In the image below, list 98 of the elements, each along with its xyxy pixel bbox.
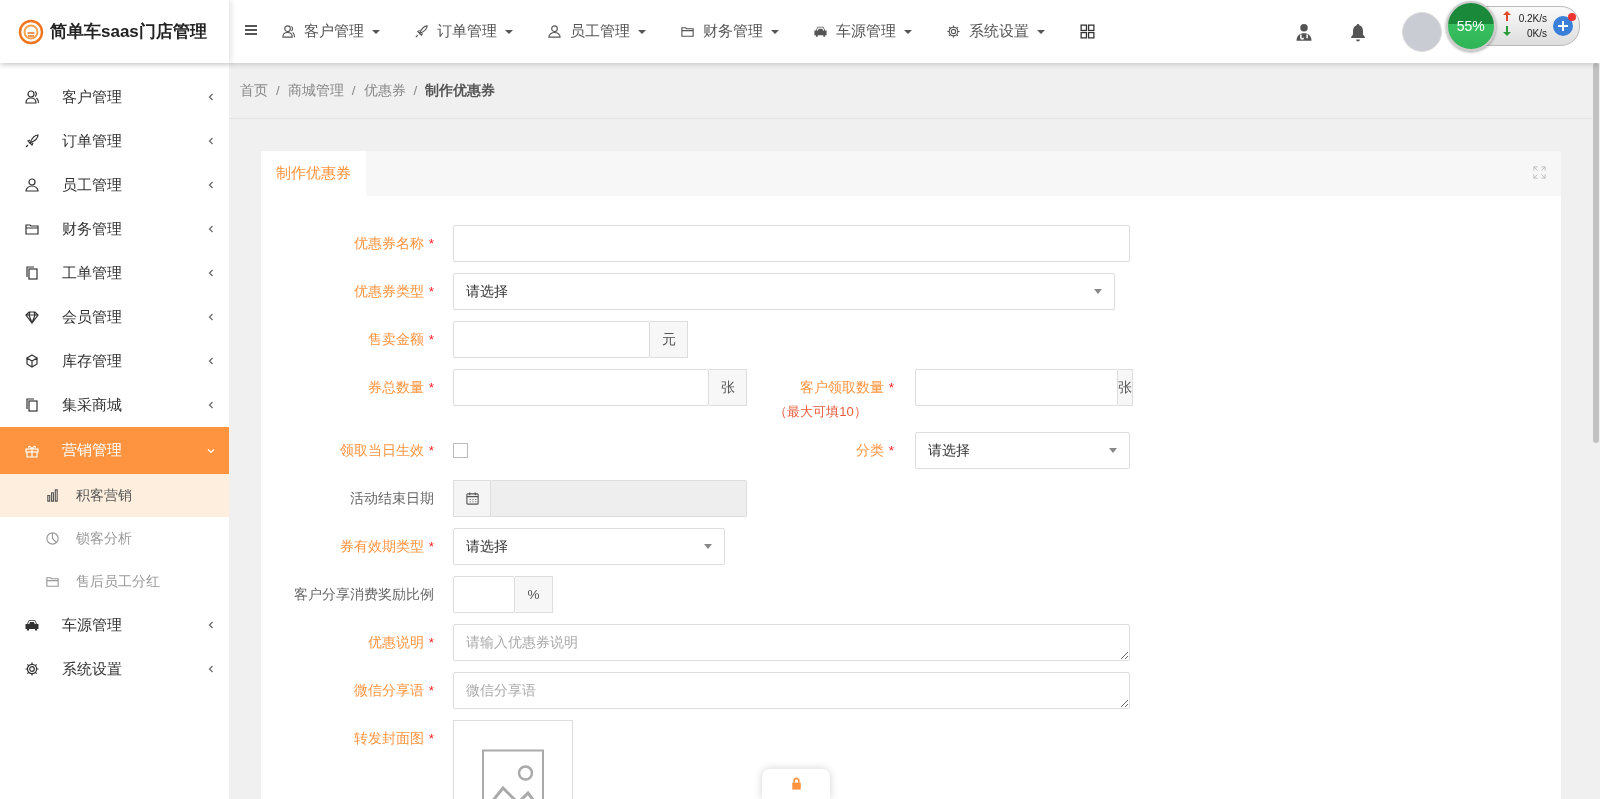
gear-icon [24, 661, 40, 677]
folder-icon [24, 221, 40, 237]
grid-icon [1079, 23, 1096, 40]
pie-icon [45, 531, 60, 546]
car-icon [813, 24, 828, 39]
top-nav-menu[interactable]: 系统设置 [946, 22, 1045, 41]
sidebar-item[interactable]: 集采商城 [0, 383, 229, 427]
required-mark: * [428, 635, 434, 650]
download-arrow-icon [1502, 26, 1511, 36]
upload-rate: 0.2K/s [1518, 12, 1547, 26]
sidebar-item[interactable]: 车源管理 [0, 603, 229, 647]
required-mark: * [428, 731, 434, 746]
sidebar-item[interactable]: 库存管理 [0, 339, 229, 383]
bars-icon [45, 488, 60, 503]
input-field[interactable] [453, 369, 709, 406]
user-icon [547, 24, 562, 39]
plus-icon[interactable] [1553, 16, 1573, 36]
gear-icon [946, 24, 961, 39]
unit-addon: 张 [1118, 369, 1133, 406]
breadcrumb-separator: / [413, 83, 418, 98]
caret-icon [704, 544, 712, 549]
required-mark: * [428, 284, 434, 299]
required-mark: * [888, 380, 894, 395]
sidebar-item[interactable]: 员工管理 [0, 163, 229, 207]
sidebar-subitem[interactable]: 积客营销 [0, 474, 229, 517]
required-mark: * [428, 683, 434, 698]
boxes-icon [24, 353, 40, 369]
rocket-icon [24, 133, 40, 149]
sidebar-item[interactable]: 会员管理 [0, 295, 229, 339]
text-area[interactable]: 微信分享语 [453, 672, 1130, 709]
field-label: 优惠券类型 [353, 283, 424, 301]
folder-icon [680, 24, 695, 39]
sidebar-item[interactable]: 客户管理 [0, 75, 229, 119]
bell-icon [1348, 21, 1368, 42]
required-mark: * [428, 539, 434, 554]
copy-icon [24, 397, 40, 413]
cal-icon [464, 491, 480, 506]
text-area[interactable]: 请输入优惠券说明 [453, 624, 1130, 661]
calendar-button[interactable] [453, 480, 491, 517]
unit-addon: % [515, 576, 553, 613]
required-mark: * [888, 443, 894, 458]
avatar[interactable] [1402, 11, 1442, 52]
field-label: 领取当日生效 [339, 442, 424, 460]
users-icon [281, 24, 296, 39]
field-label: 客户分享消费奖励比例 [294, 586, 434, 604]
select-field[interactable]: 请选择 [453, 273, 1115, 310]
breadcrumb-current: 制作优惠券 [425, 81, 496, 100]
sidebar-item[interactable]: 订单管理 [0, 119, 229, 163]
caret-icon [1094, 289, 1102, 294]
required-mark: * [428, 443, 434, 458]
top-nav-menu[interactable]: 客户管理 [281, 22, 380, 41]
menu-icon[interactable] [243, 22, 259, 38]
users-icon [24, 89, 40, 105]
folder-icon [45, 574, 60, 589]
download-rate: 0K/s [1526, 27, 1547, 41]
user-icon [24, 177, 40, 193]
field-label: 优惠券名称 [353, 235, 424, 253]
sidebar-item[interactable]: 工单管理 [0, 251, 229, 295]
checkbox[interactable] [453, 443, 468, 458]
breadcrumb-separator: / [351, 83, 356, 98]
logo-icon [18, 18, 44, 45]
field-label: 分类 [855, 442, 884, 460]
field-label: 微信分享语 [353, 682, 424, 700]
top-nav-menu[interactable]: 车源管理 [813, 22, 912, 41]
field-label: 售卖金额 [367, 331, 424, 349]
top-nav-menu[interactable]: 员工管理 [547, 22, 646, 41]
select-field[interactable]: 请选择 [915, 432, 1130, 469]
field-label: 转发封面图 [353, 730, 424, 748]
select-field[interactable]: 请选择 [453, 528, 725, 565]
field-label: 活动结束日期 [350, 490, 434, 508]
unit-addon: 张 [709, 369, 747, 406]
field-note: （最大可填10） [773, 403, 868, 421]
expand-icon [1532, 164, 1547, 180]
input-field[interactable] [453, 321, 650, 358]
top-nav-menu[interactable]: 订单管理 [414, 22, 513, 41]
unit-addon: 元 [650, 321, 688, 358]
required-mark: * [428, 332, 434, 347]
rocket-icon [414, 24, 429, 39]
top-nav-menu[interactable]: 财务管理 [680, 22, 779, 41]
sidebar-item[interactable]: 财务管理 [0, 207, 229, 251]
breadcrumb-separator: / [276, 83, 280, 98]
required-mark: * [428, 236, 434, 251]
copy-icon [24, 265, 40, 281]
doctor-icon [1294, 21, 1314, 42]
diamond-icon [24, 309, 40, 325]
input-field[interactable] [453, 576, 515, 613]
field-label: 券总数量 [367, 379, 424, 397]
text-field[interactable] [453, 225, 1130, 262]
sidebar-item[interactable]: 系统设置 [0, 647, 229, 691]
field-label: 客户领取数量 [799, 379, 884, 397]
input-field[interactable] [915, 369, 1118, 406]
field-label: 券有效期类型 [339, 538, 424, 556]
caret-icon [1109, 448, 1117, 453]
upload-arrow-icon [1502, 11, 1511, 21]
field-label: 优惠说明 [367, 634, 424, 652]
car-icon [24, 617, 40, 633]
app-title: 简单车saas门店管理 [50, 21, 207, 43]
required-mark: * [428, 380, 434, 395]
